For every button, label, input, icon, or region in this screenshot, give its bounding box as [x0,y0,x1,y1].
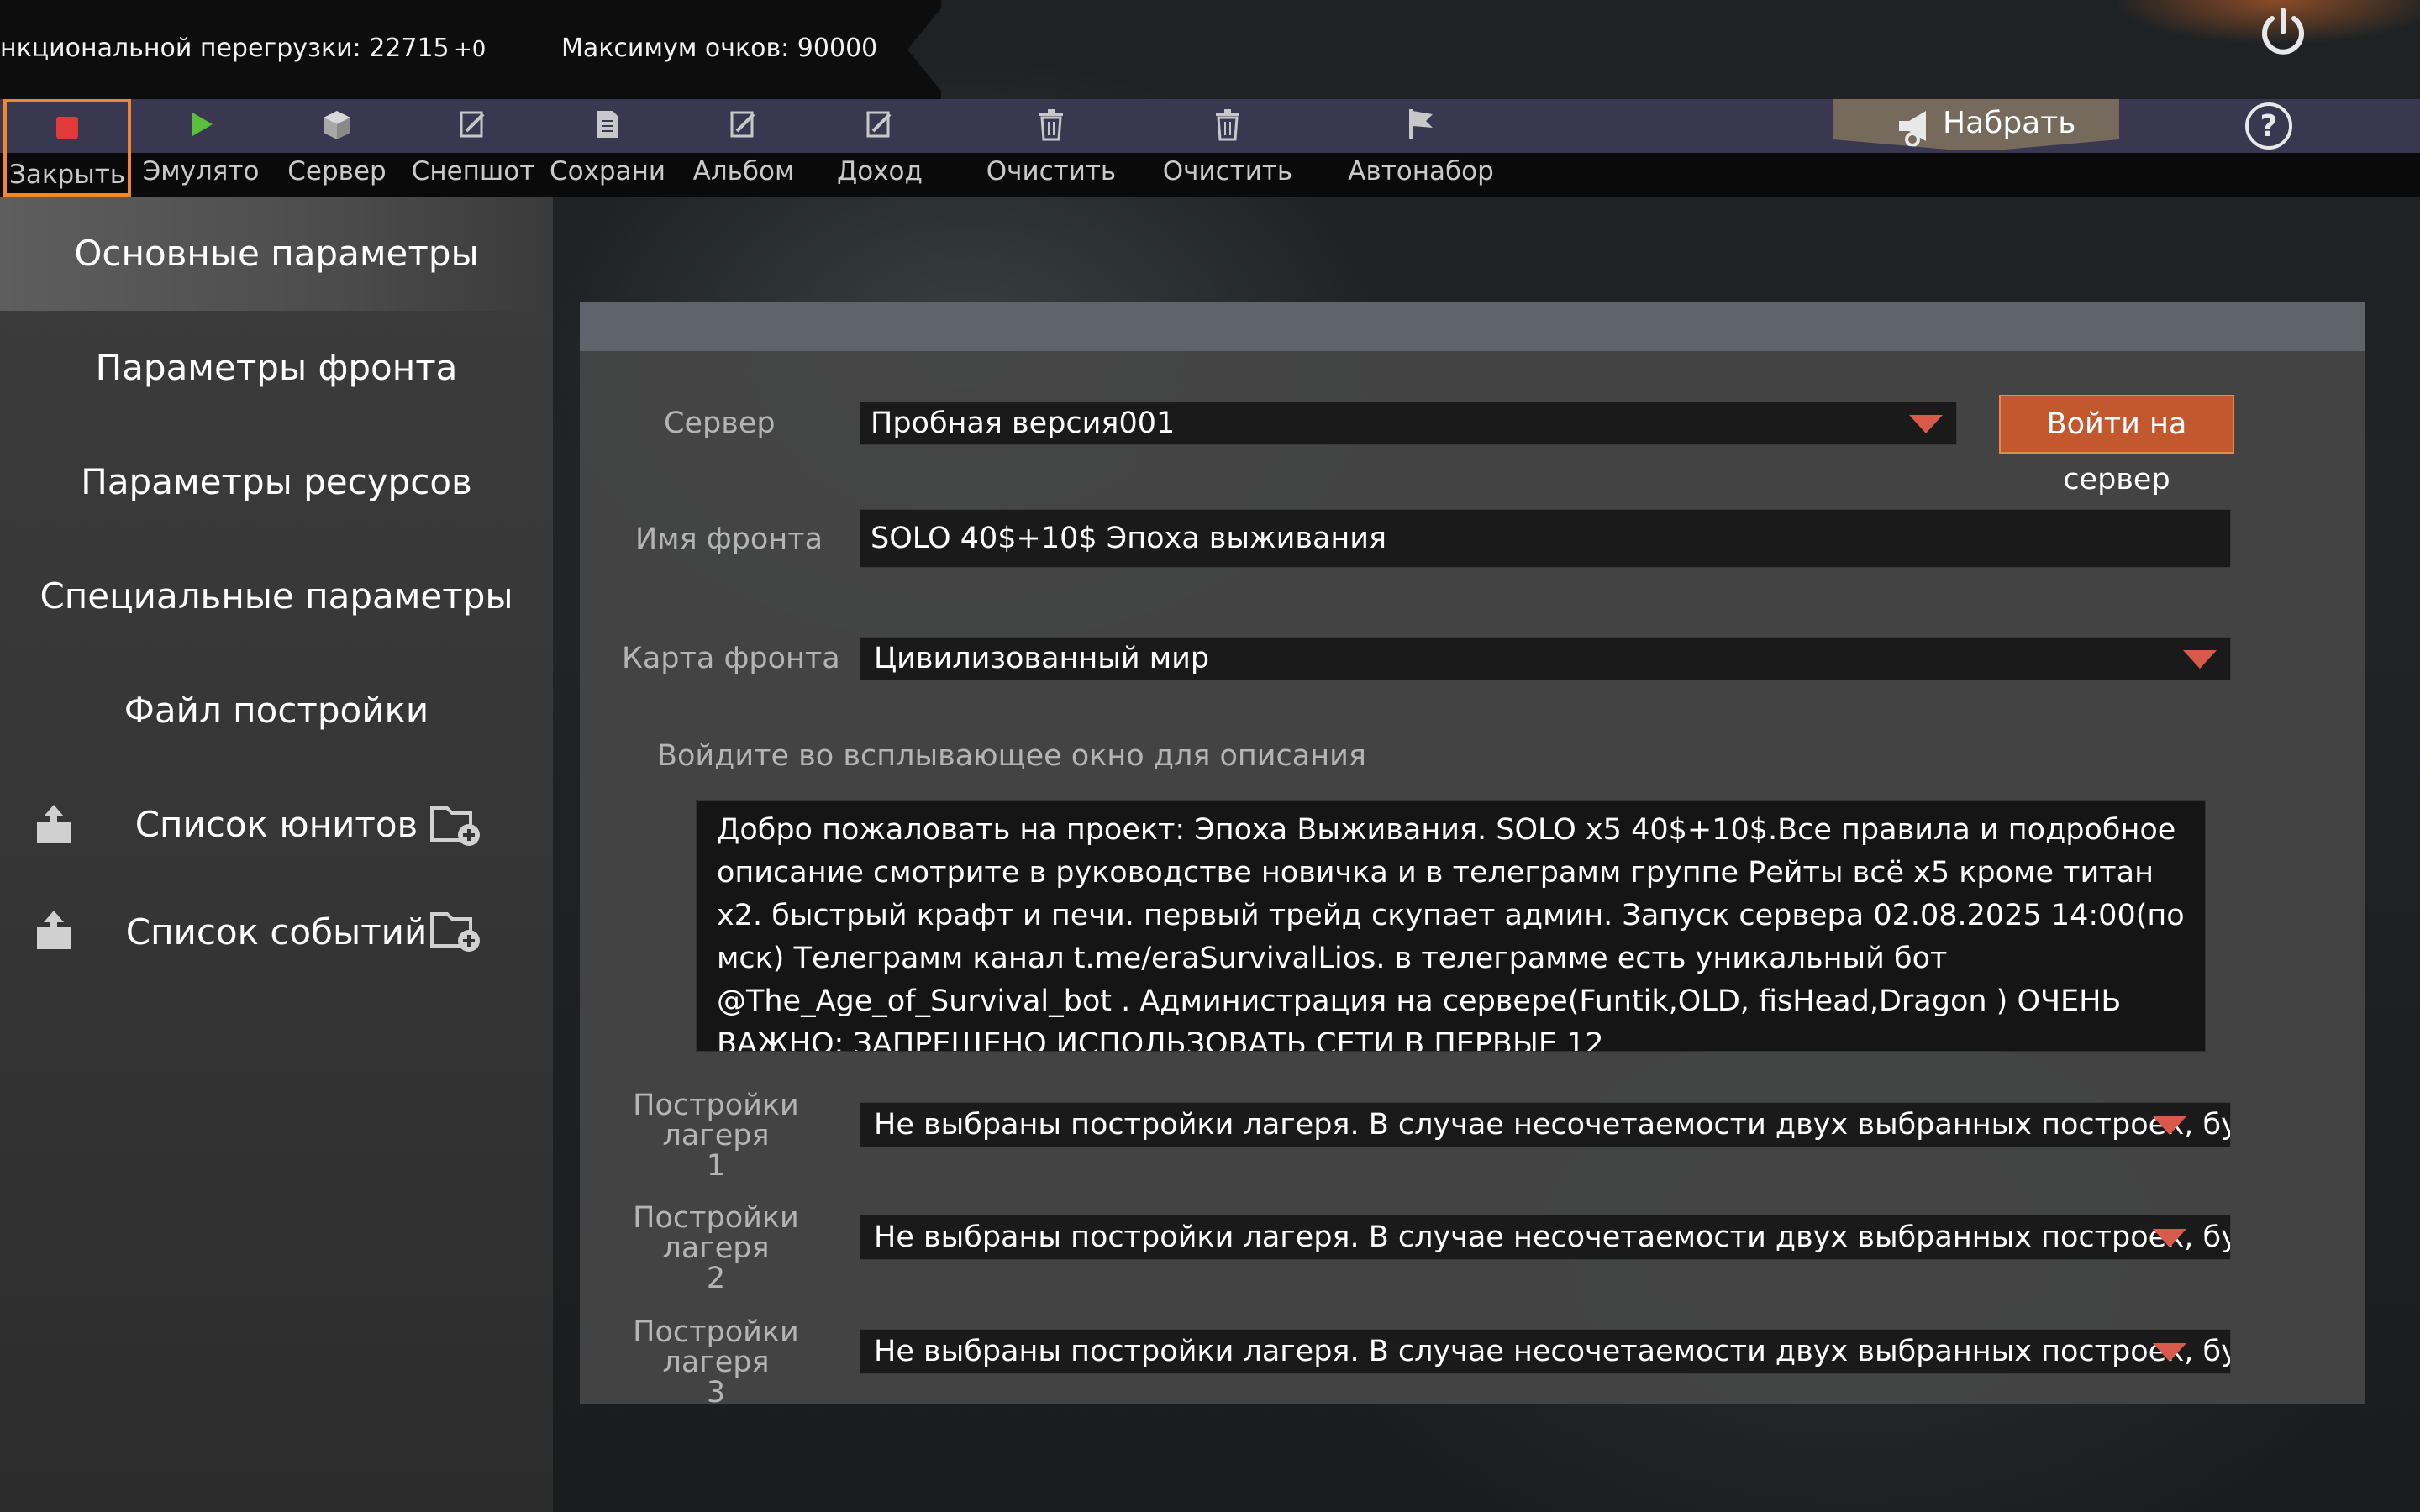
album-button[interactable]: Альбом [684,99,803,197]
login-server-button[interactable]: Войти на сервер [1999,395,2234,496]
status-bar: нкциональной перегрузки: 22715 +0 Максим… [0,0,941,99]
camp-build-3-value: Не выбраны постройки лагеря. В случае не… [874,1335,2231,1368]
folder-add-icon[interactable] [429,801,480,848]
stop-icon [49,109,86,146]
description-field[interactable]: Добро пожаловать на проект: Эпоха Выжива… [696,800,2206,1052]
album-button-label: Альбом [692,156,795,186]
clear-button-1[interactable]: Очистить [980,99,1123,197]
folder-add-icon[interactable] [429,907,480,954]
front-name-value: SOLO 40$+10$ Эпоха выживания [871,522,1387,555]
front-map-label: Карта фронта [622,642,840,675]
camp-build-3-select[interactable]: Не выбраны постройки лагеря. В случае не… [860,1329,2231,1374]
sidebar-item-label: Специальные параметры [39,575,513,617]
description-hint: Войдите во всплывающее окно для описания [657,739,1366,773]
chevron-down-icon [2183,650,2217,669]
front-map-select[interactable]: Цивилизованный мир [860,637,2231,680]
close-button[interactable]: Закрыть [3,99,131,197]
chevron-down-icon [2153,1116,2186,1135]
help-icon[interactable]: ? [2244,101,2294,151]
sidebar-item-special-params[interactable]: Специальные параметры [0,539,553,654]
megaphone-icon [1892,102,1939,150]
dial-button[interactable]: Набрать [1833,99,2119,150]
camp-build-2-label: Постройки лагеря 2 [633,1201,799,1295]
clear-button-1-label: Очистить [986,156,1117,186]
sidebar-item-label: Параметры фронта [95,347,458,388]
server-button-label: Сервер [287,156,387,186]
close-button-label: Закрыть [8,160,126,190]
main-panel: Сервер Пробная версия001 Войти на сервер… [580,302,2365,1408]
sidebar-item-resource-params[interactable]: Параметры ресурсов [0,425,553,539]
sidebar-item-front-params[interactable]: Параметры фронта [0,311,553,425]
trash-icon [1209,106,1246,143]
upload-icon[interactable] [32,907,79,954]
power-icon[interactable] [2255,5,2311,60]
front-name-label: Имя фронта [635,522,823,556]
edit-icon [861,106,898,143]
camp-build-1-label: Постройки лагеря 1 [633,1089,799,1183]
flag-icon [1402,106,1439,143]
server-select-value: Пробная версия001 [871,407,1176,440]
dial-button-label: Набрать [1943,106,2076,140]
sidebar-item-label: Основные параметры [74,233,479,274]
camp-build-3-label: Постройки лагеря 3 [633,1315,799,1410]
autodial-button[interactable]: Автонабор [1341,99,1501,197]
play-icon [182,106,219,143]
overload-delta: +0 [454,37,487,62]
sidebar: Основные параметры Параметры фронта Пара… [0,197,553,1512]
snapshot-button[interactable]: Снепшот [410,99,536,197]
sidebar-item-label: Список событий [125,911,428,953]
chevron-down-icon [1909,415,1943,433]
svg-text:?: ? [2260,109,2278,144]
panel-header [580,302,2365,351]
server-label: Сервер [664,407,776,440]
autodial-button-label: Автонабор [1348,156,1494,186]
document-icon [589,106,626,143]
camp-build-1-select[interactable]: Не выбраны постройки лагеря. В случае не… [860,1102,2231,1147]
chevron-down-icon [2153,1343,2186,1362]
income-button-label: Доход [837,156,923,186]
front-map-value: Цивилизованный мир [874,642,1210,675]
sidebar-item-basic-params[interactable]: Основные параметры [0,197,553,311]
overload-counter: нкциональной перегрузки: 22715 [0,34,450,63]
front-name-field[interactable]: SOLO 40$+10$ Эпоха выживания [860,509,2231,568]
sidebar-item-label: Файл постройки [124,690,429,731]
camp-build-2-value: Не выбраны постройки лагеря. В случае не… [874,1221,2231,1254]
edit-icon [455,106,492,143]
emulator-button[interactable]: Эмулято [141,99,260,197]
snapshot-button-label: Снепшот [411,156,535,186]
sidebar-item-label: Параметры ресурсов [81,461,472,502]
emulator-button-label: Эмулято [142,156,260,186]
camp-build-2-select[interactable]: Не выбраны постройки лагеря. В случае не… [860,1215,2231,1260]
chevron-down-icon [2153,1229,2186,1247]
edit-icon [725,106,762,143]
box-icon [318,106,355,143]
income-button[interactable]: Доход [820,99,939,197]
trash-icon [1033,106,1070,143]
max-points: Максимум очков: 90000 [561,34,878,63]
save-button-label: Сохрани [549,156,666,186]
server-button[interactable]: Сервер [277,99,397,197]
save-button[interactable]: Сохрани [548,99,667,197]
sidebar-item-build-file[interactable]: Файл постройки [0,654,553,768]
server-select[interactable]: Пробная версия001 [860,402,1957,445]
clear-button-2[interactable]: Очистить [1156,99,1299,197]
clear-button-2-label: Очистить [1162,156,1293,186]
sidebar-item-label: Список юнитов [134,804,418,845]
upload-icon[interactable] [32,801,79,848]
camp-build-1-value: Не выбраны постройки лагеря. В случае не… [874,1108,2231,1142]
